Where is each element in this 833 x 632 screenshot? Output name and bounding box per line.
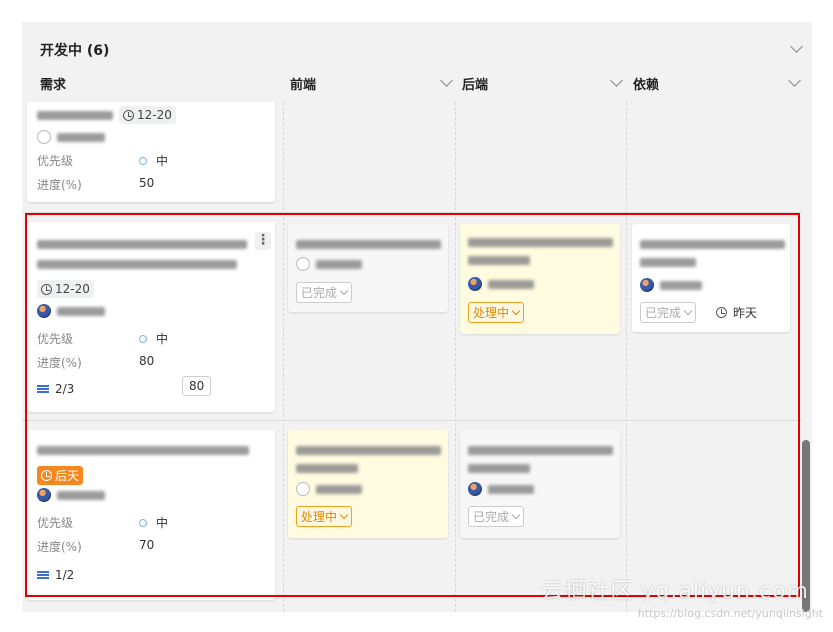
redacted-assignee <box>316 484 362 494</box>
priority-value: 中 <box>156 516 169 530</box>
progress-value: 50 <box>139 176 155 190</box>
task-card[interactable]: 处理中 <box>460 224 620 334</box>
clock-icon <box>716 307 728 318</box>
kanban-group-panel: 开发中 (6) 需求 前端 后端 依赖 12-20 优先级 中 进度(%) 50 <box>22 22 812 612</box>
row-divider <box>22 212 802 213</box>
clock-icon <box>41 470 52 481</box>
priority-icon <box>139 518 147 527</box>
redacted-title <box>296 240 441 249</box>
kanban-board: 12-20 优先级 中 进度(%) 50 ⋮ 12-20 优先级 中 进度(%)… <box>22 102 812 612</box>
redacted-title <box>37 240 247 249</box>
due-date-tag: 12-20 <box>119 106 176 124</box>
requirement-card[interactable]: 12-20 优先级 中 进度(%) 50 <box>27 102 275 202</box>
chevron-down-icon <box>511 510 521 520</box>
redacted-title <box>296 446 441 455</box>
clock-icon <box>123 109 134 121</box>
chevron-down-icon <box>339 510 349 520</box>
progress-value: 70 <box>139 538 155 552</box>
redacted-assignee <box>488 484 534 494</box>
chevron-down-icon <box>683 306 693 316</box>
watermark-url: https://blog.csdn.net/yunqiinsight <box>637 607 823 620</box>
priority-value: 中 <box>156 154 169 168</box>
column-divider <box>455 102 456 612</box>
status-dropdown[interactable]: 已完成 <box>296 282 353 303</box>
subtask-icon <box>37 570 49 580</box>
subtask-icon <box>37 384 49 394</box>
redacted-title <box>296 464 358 473</box>
redacted-assignee <box>57 306 105 316</box>
chevron-down-icon <box>339 286 349 296</box>
clock-icon <box>41 283 52 295</box>
avatar <box>640 278 654 292</box>
avatar <box>468 277 482 291</box>
collapse-group-chevron-icon[interactable] <box>790 40 803 53</box>
priority-icon <box>139 334 147 343</box>
dependency-card[interactable]: 已完成 昨天 <box>632 224 790 332</box>
task-card[interactable]: 处理中 <box>288 430 448 538</box>
column-divider <box>283 102 284 612</box>
redacted-title <box>37 110 113 120</box>
requirement-card[interactable]: ⋮ 12-20 优先级 中 进度(%) 80 2/3 80 <box>27 222 275 412</box>
status-dropdown[interactable]: 已完成 <box>468 506 525 527</box>
subtask-count: 1/2 <box>55 568 75 582</box>
status-dropdown[interactable]: 处理中 <box>296 506 353 527</box>
progress-label: 进度(%) <box>37 540 82 554</box>
redacted-title <box>37 446 249 455</box>
subtask-count: 2/3 <box>55 382 75 396</box>
chevron-down-icon <box>511 306 521 316</box>
redacted-assignee <box>316 259 362 269</box>
column-header-requirement: 需求 <box>40 78 67 93</box>
priority-label: 优先级 <box>37 154 74 168</box>
redacted-title <box>640 240 785 249</box>
redacted-assignee <box>660 280 702 290</box>
redacted-title <box>468 238 613 247</box>
column-header-backend: 后端 <box>462 78 489 93</box>
column-divider <box>626 102 627 612</box>
avatar <box>468 482 482 496</box>
backend-column-chevron-icon[interactable] <box>610 74 623 87</box>
watermark: 云栖社区 yq.aliyun.com <box>541 579 809 604</box>
status-dropdown[interactable]: 已完成 <box>640 302 697 323</box>
due-date-tag: 后天 <box>37 466 84 485</box>
column-header-frontend: 前端 <box>290 78 317 93</box>
group-title: 开发中 (6) <box>40 43 110 59</box>
progress-label: 进度(%) <box>37 178 82 192</box>
due-date-tag: 12-20 <box>37 280 94 298</box>
redacted-title <box>640 258 696 267</box>
avatar <box>296 257 310 271</box>
progress-input[interactable]: 80 <box>182 376 212 396</box>
priority-value: 中 <box>156 332 169 346</box>
row-divider <box>22 420 802 421</box>
avatar <box>37 488 51 502</box>
column-header-dependency: 依赖 <box>633 78 660 93</box>
redacted-title <box>37 260 237 269</box>
redacted-title <box>468 464 530 473</box>
task-card[interactable]: 已完成 <box>460 430 620 538</box>
priority-icon <box>139 156 147 165</box>
progress-label: 进度(%) <box>37 356 82 370</box>
redacted-assignee <box>57 132 105 142</box>
avatar <box>37 304 51 318</box>
priority-label: 优先级 <box>37 516 74 530</box>
avatar <box>296 482 310 496</box>
redacted-title <box>468 446 613 455</box>
frontend-column-chevron-icon[interactable] <box>440 74 453 87</box>
redacted-title <box>468 256 530 265</box>
priority-label: 优先级 <box>37 332 74 346</box>
updated-time: 昨天 <box>733 306 758 320</box>
more-options-icon[interactable]: ⋮ <box>255 232 271 250</box>
dependency-column-chevron-icon[interactable] <box>788 74 801 87</box>
redacted-assignee <box>57 490 105 500</box>
avatar <box>37 130 51 144</box>
requirement-card[interactable]: 后天 优先级 中 进度(%) 70 1/2 <box>27 430 275 600</box>
progress-value: 80 <box>139 354 155 368</box>
redacted-assignee <box>488 279 534 289</box>
task-card[interactable]: 已完成 <box>288 224 448 312</box>
status-dropdown[interactable]: 处理中 <box>468 302 525 323</box>
